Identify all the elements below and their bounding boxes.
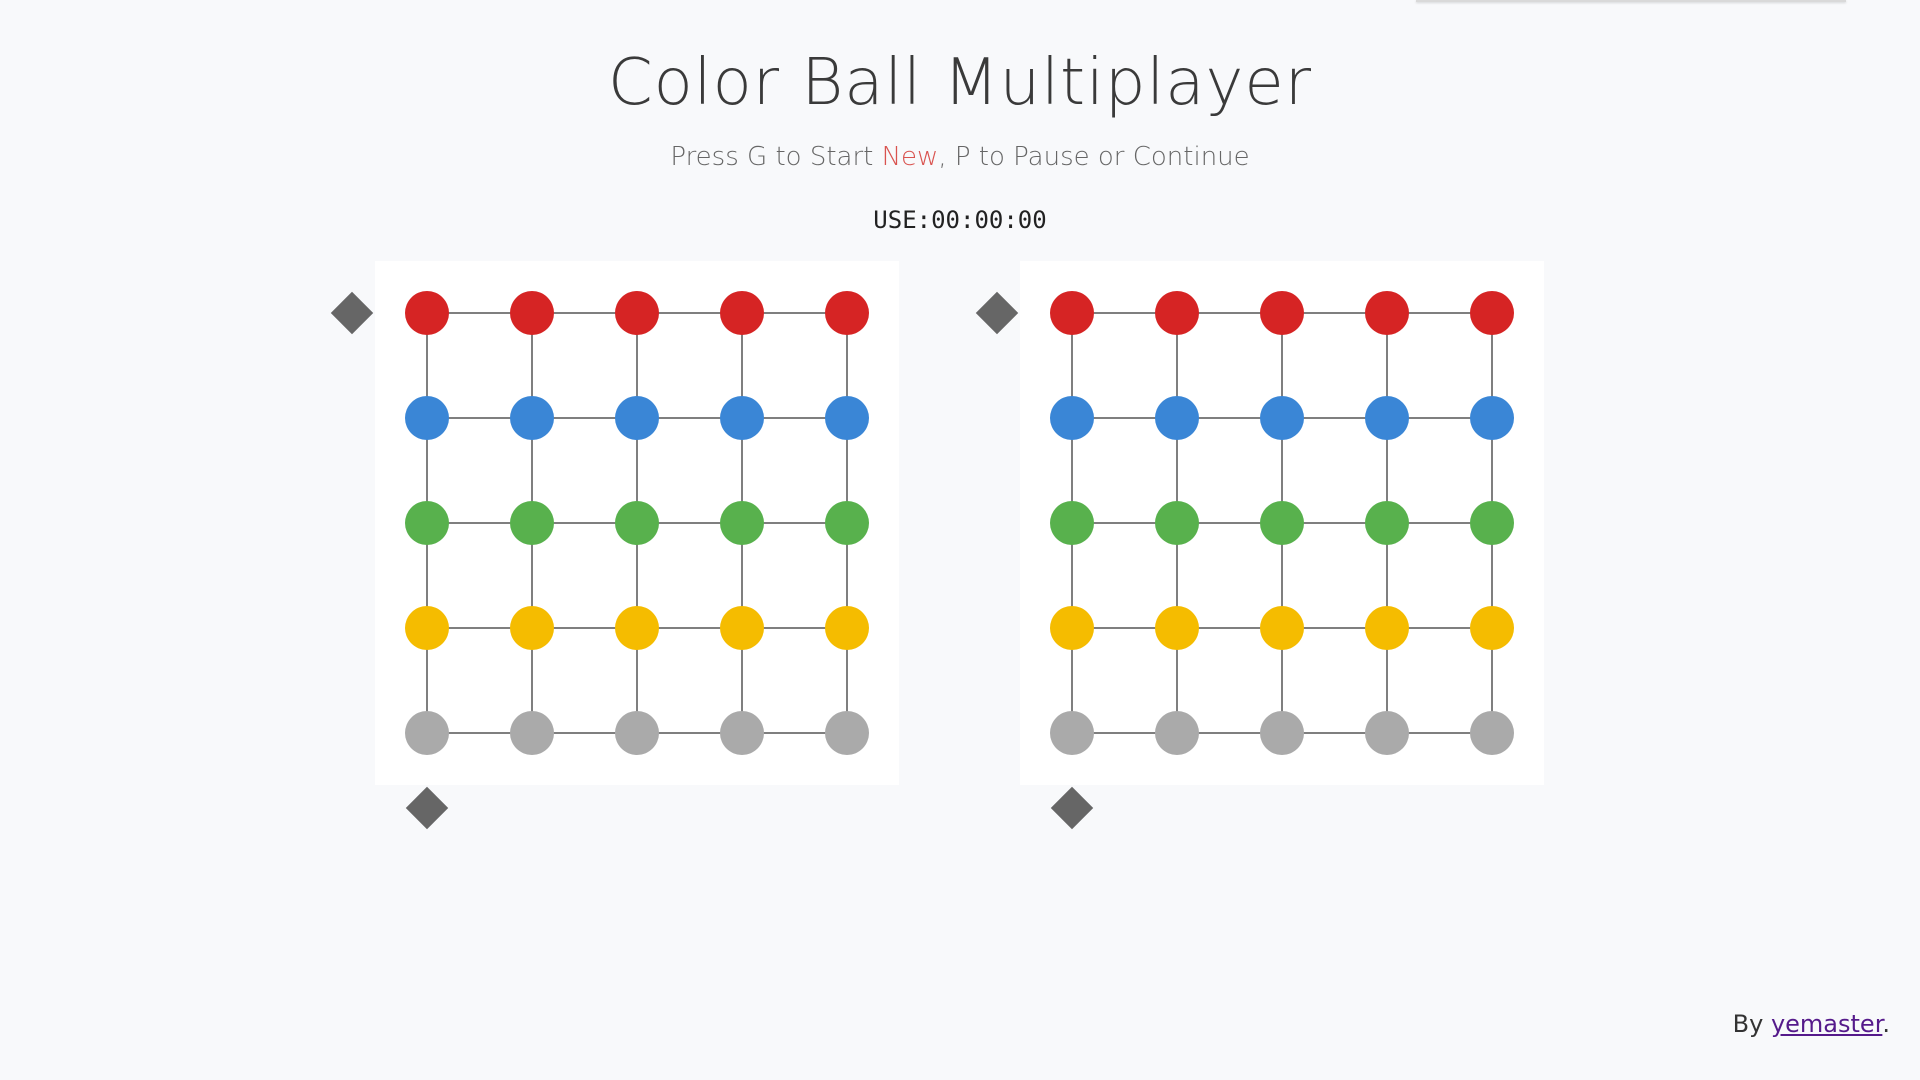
blue-ball — [615, 396, 659, 440]
gray-ball — [1365, 711, 1409, 755]
gray-ball — [405, 711, 449, 755]
red-ball — [510, 291, 554, 335]
gray-ball — [510, 711, 554, 755]
red-ball — [1155, 291, 1199, 335]
red-ball — [405, 291, 449, 335]
board-grid-player-1 — [405, 291, 869, 755]
blue-ball — [1050, 396, 1094, 440]
blue-ball — [1365, 396, 1409, 440]
green-ball — [510, 501, 554, 545]
blue-ball — [405, 396, 449, 440]
yellow-ball — [1050, 606, 1094, 650]
game-board-player-1[interactable] — [375, 261, 899, 785]
blue-ball — [720, 396, 764, 440]
green-ball — [1155, 501, 1199, 545]
green-ball — [1470, 501, 1514, 545]
row-pointer-marker-p2 — [975, 291, 1019, 335]
red-ball — [1050, 291, 1094, 335]
yellow-ball — [405, 606, 449, 650]
green-ball — [1365, 501, 1409, 545]
green-ball — [615, 501, 659, 545]
gray-ball — [1260, 711, 1304, 755]
blue-ball — [1470, 396, 1514, 440]
blue-ball — [510, 396, 554, 440]
gray-ball — [825, 711, 869, 755]
blue-ball — [1260, 396, 1304, 440]
red-ball — [1365, 291, 1409, 335]
column-pointer-marker-p1 — [405, 786, 449, 830]
yellow-ball — [720, 606, 764, 650]
green-ball — [1260, 501, 1304, 545]
gray-ball — [1050, 711, 1094, 755]
yellow-ball — [1260, 606, 1304, 650]
game-board-player-2[interactable] — [1020, 261, 1544, 785]
gray-ball — [615, 711, 659, 755]
yellow-ball — [1155, 606, 1199, 650]
blue-ball — [1155, 396, 1199, 440]
yellow-ball — [1365, 606, 1409, 650]
red-ball — [1260, 291, 1304, 335]
yellow-ball — [510, 606, 554, 650]
board-grid-player-2 — [1050, 291, 1514, 755]
column-pointer-marker-p2 — [1050, 786, 1094, 830]
red-ball — [615, 291, 659, 335]
instructions-part2: , P to Pause or Continue — [938, 142, 1250, 172]
row-pointer-marker-p1 — [330, 291, 374, 335]
footer-by: By — [1732, 1010, 1771, 1038]
author-link[interactable]: yemaster — [1771, 1010, 1882, 1038]
green-ball — [1050, 501, 1094, 545]
red-ball — [1470, 291, 1514, 335]
red-ball — [825, 291, 869, 335]
red-ball — [720, 291, 764, 335]
green-ball — [720, 501, 764, 545]
footer-period: . — [1882, 1010, 1890, 1038]
blue-ball — [825, 396, 869, 440]
instructions-part1: Press G to Start — [670, 142, 882, 172]
instructions-subtitle: Press G to Start New, P to Pause or Cont… — [0, 142, 1920, 172]
gray-ball — [1470, 711, 1514, 755]
gray-ball — [720, 711, 764, 755]
instructions-new-word: New — [881, 142, 939, 172]
yellow-ball — [1470, 606, 1514, 650]
gray-ball — [1155, 711, 1199, 755]
page-title: Color Ball Multiplayer — [607, 46, 1313, 120]
green-ball — [825, 501, 869, 545]
top-edge-bar — [1416, 0, 1846, 2]
yellow-ball — [615, 606, 659, 650]
green-ball — [405, 501, 449, 545]
yellow-ball — [825, 606, 869, 650]
footer-credit: By yemaster. — [1733, 1010, 1890, 1038]
elapsed-timer: USE:00:00:00 — [873, 206, 1047, 234]
